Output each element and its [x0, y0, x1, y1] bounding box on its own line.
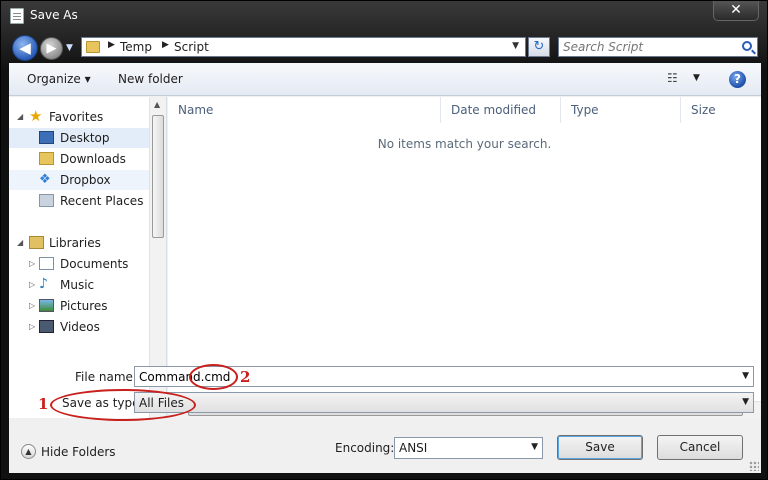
breadcrumb-temp[interactable]: Temp	[120, 40, 152, 54]
forward-button[interactable]: ▶	[40, 37, 63, 60]
scrollbar-thumb[interactable]	[152, 115, 164, 238]
scroll-up-arrow-icon[interactable]: ▲	[154, 100, 160, 109]
sidebar-item-documents[interactable]: ▷ Documents	[9, 254, 149, 274]
collapse-arrow-icon[interactable]: ◢	[17, 233, 23, 253]
sidebar-item-videos[interactable]: ▷ Videos	[9, 317, 149, 337]
close-button[interactable]: ✕	[713, 1, 759, 21]
sidebar-item-dropbox[interactable]: ❖ Dropbox	[9, 170, 149, 190]
sidebar-item-favorites[interactable]: ◢ ★ Favorites	[9, 107, 149, 127]
sidebar-item-label: Music	[60, 278, 95, 292]
expand-arrow-icon[interactable]: ▷	[29, 254, 35, 274]
encoding-value: ANSI	[399, 441, 428, 455]
sidebar-item-recent-places[interactable]: Recent Places	[9, 191, 149, 211]
chevron-down-icon[interactable]: ▼	[742, 397, 749, 407]
libraries-icon	[29, 236, 44, 249]
column-label: Name	[178, 103, 214, 117]
breadcrumb-separator-icon[interactable]: ▶	[108, 40, 115, 50]
sidebar-item-label: Libraries	[49, 236, 101, 250]
file-name-label: File name:	[75, 370, 137, 384]
music-icon: ♪	[39, 276, 48, 292]
breadcrumb-separator-icon[interactable]: ▶	[162, 40, 169, 50]
annotation-ellipse	[50, 389, 196, 421]
column-header-name[interactable]: Name	[168, 97, 441, 123]
save-button[interactable]: Save	[557, 435, 643, 460]
sidebar-item-libraries[interactable]: ◢ Libraries	[9, 233, 149, 253]
sidebar-item-label: Downloads	[60, 152, 126, 166]
title-bar: Save As ✕	[1, 1, 768, 31]
help-icon[interactable]: ?	[729, 71, 746, 88]
column-label: Date modified	[451, 103, 537, 117]
column-label: Type	[571, 103, 599, 117]
organize-menu[interactable]: Organize ▾	[27, 72, 91, 86]
desktop-icon	[39, 131, 54, 144]
notepad-icon	[10, 8, 24, 24]
resize-grip-icon[interactable]	[749, 461, 759, 471]
sidebar-item-label: Videos	[60, 320, 100, 334]
sidebar-item-label: Documents	[60, 257, 129, 271]
star-icon: ★	[29, 107, 43, 125]
column-header-type[interactable]: Type	[561, 97, 681, 123]
search-input[interactable]	[563, 39, 733, 55]
documents-icon	[39, 257, 54, 270]
videos-icon	[39, 320, 54, 333]
back-button[interactable]: ◀	[12, 35, 38, 61]
folder-icon	[86, 41, 100, 53]
recent-pages-dropdown[interactable]: ▼	[66, 43, 73, 53]
command-bar: Organize ▾ New folder ☷ ▼ ?	[9, 63, 761, 96]
window-title: Save As	[30, 8, 78, 22]
column-label: Size	[691, 103, 716, 117]
sidebar-item-label: Desktop	[60, 131, 110, 145]
collapse-arrow-icon[interactable]: ◢	[17, 107, 23, 127]
save-as-type-select[interactable]: All Files ▼	[134, 392, 754, 413]
sidebar-item-pictures[interactable]: ▷ Pictures	[9, 296, 149, 316]
breadcrumb-script[interactable]: Script	[174, 40, 209, 54]
view-dropdown-icon[interactable]: ▼	[693, 73, 700, 83]
encoding-select[interactable]: ANSI ▼	[394, 437, 543, 459]
sidebar-item-music[interactable]: ▷ ♪ Music	[9, 275, 149, 295]
sidebar-item-label: Recent Places	[60, 194, 144, 208]
expand-arrow-icon[interactable]: ▷	[29, 317, 35, 337]
sidebar-item-label: Favorites	[49, 110, 104, 124]
encoding-label: Encoding:	[335, 441, 395, 455]
chevron-down-icon[interactable]: ▼	[742, 371, 749, 381]
chevron-down-icon[interactable]: ▼	[531, 442, 538, 452]
annotation-number: 2	[240, 368, 251, 386]
address-bar[interactable]: ▶ Temp ▶ Script ▼	[81, 37, 526, 57]
column-header-date-modified[interactable]: Date modified	[441, 97, 561, 123]
chevron-up-icon: ▲	[21, 444, 36, 459]
annotation-ellipse	[189, 364, 238, 390]
save-as-dialog: Save As ✕ ◀ ▶ ▼ ▶ Temp ▶ Script ▼ ↻ Orga…	[0, 0, 768, 480]
expand-arrow-icon[interactable]: ▷	[29, 275, 35, 295]
cancel-button[interactable]: Cancel	[657, 435, 743, 460]
downloads-folder-icon	[39, 152, 54, 165]
search-box[interactable]	[558, 37, 758, 57]
column-header-size[interactable]: Size	[681, 97, 761, 123]
search-icon[interactable]	[742, 41, 752, 51]
expand-arrow-icon[interactable]: ▷	[29, 296, 35, 316]
annotation-number: 1	[38, 395, 49, 413]
sidebar-item-label: Pictures	[60, 299, 108, 313]
sidebar-item-downloads[interactable]: Downloads	[9, 149, 149, 169]
view-options-icon[interactable]: ☷	[667, 71, 678, 85]
pictures-icon	[39, 299, 54, 312]
hide-folders-label: Hide Folders	[41, 445, 116, 459]
new-folder-button[interactable]: New folder	[118, 72, 183, 86]
sidebar-item-desktop[interactable]: Desktop	[9, 128, 149, 148]
address-dropdown-icon[interactable]: ▼	[512, 41, 519, 51]
dropbox-icon: ❖	[39, 172, 51, 187]
sidebar-item-label: Dropbox	[60, 173, 111, 187]
refresh-button[interactable]: ↻	[528, 37, 550, 57]
empty-message: No items match your search.	[377, 137, 552, 151]
recent-places-icon	[39, 194, 54, 207]
